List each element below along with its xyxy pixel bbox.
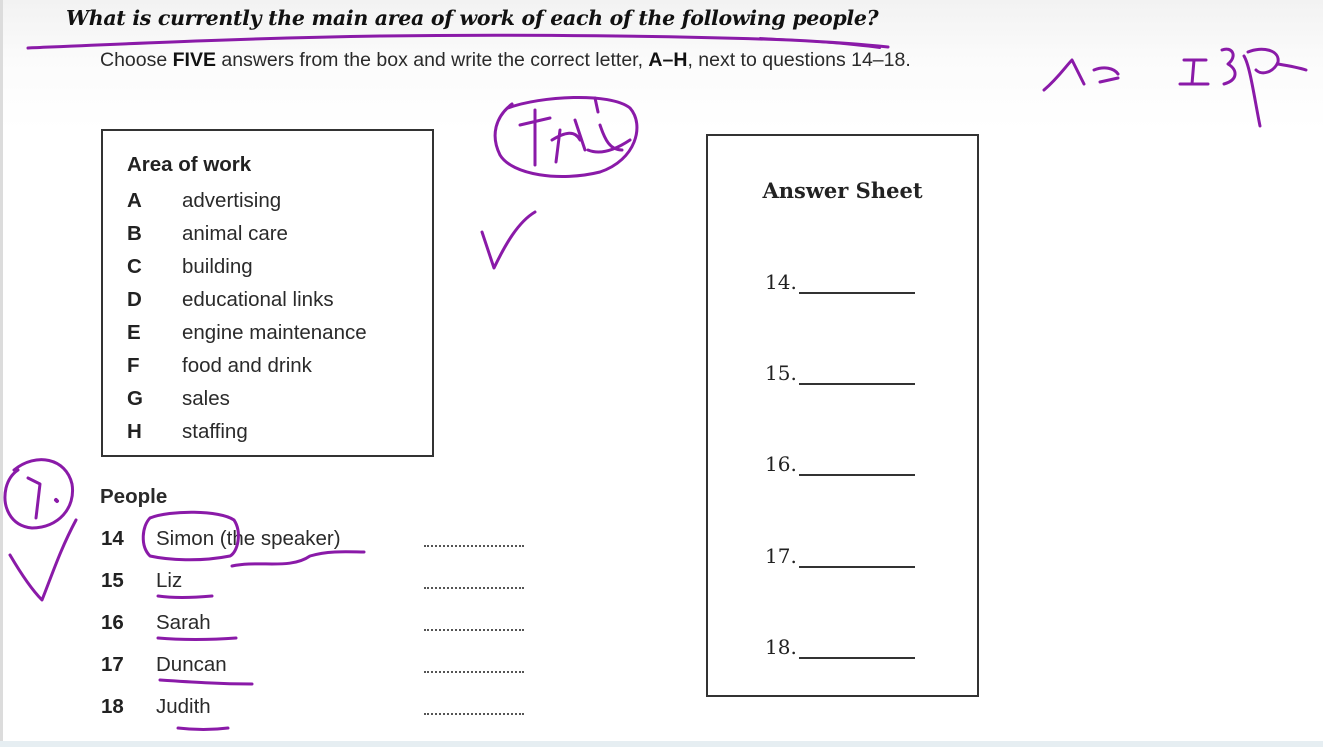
answer-dotted-line[interactable] [424,615,524,631]
people-item: 17 Duncan [101,644,524,686]
area-item: Cbuilding [127,250,367,283]
question-number: 14 [101,527,124,550]
answer-number: 16. [765,452,797,476]
answer-number: 15. [765,361,797,385]
area-label: sales [182,386,230,410]
people-item: 15 Liz [101,560,524,602]
area-letter: E [127,320,141,344]
area-letter: B [127,221,142,245]
area-letter: D [127,287,142,311]
answer-sheet-title: Answer Sheet [762,178,923,203]
area-label: advertising [182,188,282,212]
area-label: animal care [182,221,288,245]
answer-blank[interactable] [798,548,915,568]
answer-dotted-line[interactable] [424,657,524,673]
question-number: 15 [101,569,124,592]
answer-line[interactable]: 17. [765,544,915,568]
person-name: Simon (the speaker) [156,527,341,550]
instruction-count: FIVE [172,49,216,71]
area-item: Deducational links [127,283,367,316]
answer-line[interactable]: 14. [765,270,915,294]
area-label: staffing [182,419,248,443]
people-list: 14 Simon (the speaker) 15 Liz 16 Sarah 17 Du… [101,518,524,728]
answer-number: 17. [765,544,797,568]
person-name: Sarah [156,611,211,634]
question-number: 16 [101,611,124,634]
person-name: Liz [156,569,183,592]
area-letter: H [127,419,142,443]
area-item: Eengine maintenance [127,316,367,349]
area-label: engine maintenance [182,320,367,344]
area-item: Gsales [127,382,367,415]
instruction-range: A–H [648,49,688,71]
answer-line[interactable]: 18. [765,635,915,659]
bottom-edge [0,741,1323,747]
area-item: Aadvertising [127,184,367,217]
area-item: Banimal care [127,217,367,250]
people-item: 18 Judith [101,686,524,728]
area-letter: A [127,188,142,212]
answer-blank[interactable] [798,456,915,476]
area-item: Ffood and drink [127,349,367,382]
area-label: building [182,254,253,278]
page-edge [0,0,3,747]
area-letter: F [127,353,140,377]
area-of-work-box: Area of work Aadvertising Banimal care C… [101,129,434,457]
instruction-middle: answers from the box and write the corre… [215,49,649,71]
answer-blank[interactable] [798,274,915,294]
answer-number: 14. [765,270,797,294]
answer-dotted-line[interactable] [424,699,524,715]
answer-dotted-line[interactable] [424,531,524,547]
instructions: Choose FIVE answers from the box and wri… [100,46,980,74]
area-list: Aadvertising Banimal care Cbuilding Dedu… [127,184,367,448]
question-number: 18 [101,695,124,718]
area-letter: C [127,254,142,278]
people-item: 14 Simon (the speaker) [101,518,524,560]
area-item: Hstaffing [127,415,367,448]
instruction-suffix: , next to questions 14–18. [687,49,911,71]
area-label: educational links [182,287,334,311]
people-item: 16 Sarah [101,602,524,644]
question-number: 17 [101,653,124,676]
person-name: Duncan [156,653,227,676]
instruction-prefix: Choose [100,49,173,71]
answer-blank[interactable] [798,639,915,659]
answer-blank[interactable] [798,365,915,385]
area-label: food and drink [182,353,312,377]
answer-line[interactable]: 16. [765,452,915,476]
answer-sheet: Answer Sheet 14. 15. 16. 17. 18. [706,134,979,697]
question-heading: What is currently the main area of work … [66,6,879,30]
answer-number: 18. [765,635,797,659]
answer-line[interactable]: 15. [765,361,915,385]
area-box-title: Area of work [127,153,252,176]
person-name: Judith [156,695,211,718]
answer-dotted-line[interactable] [424,573,524,589]
people-title: People [100,485,168,508]
area-letter: G [127,386,143,410]
